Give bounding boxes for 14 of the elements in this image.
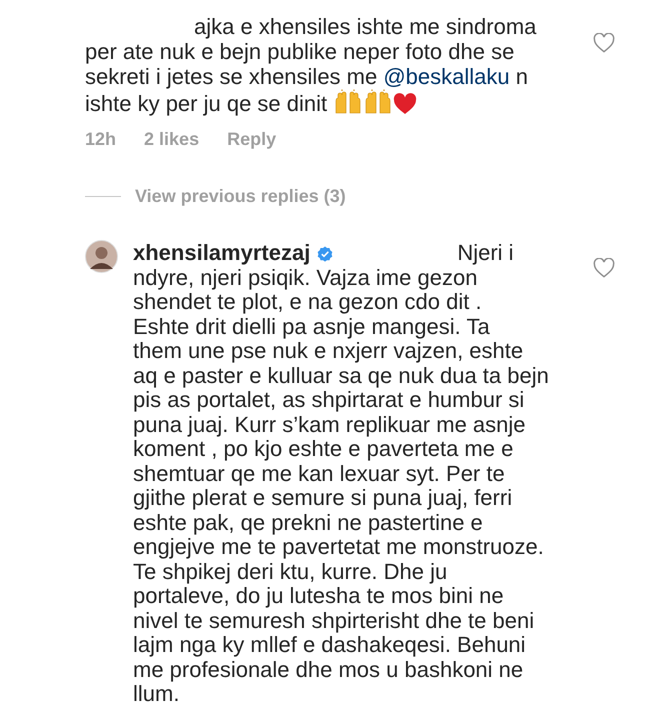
raised-hands-icon	[363, 89, 394, 115]
username-link[interactable]: xhensilamyrtezaj	[133, 240, 310, 265]
likes-button[interactable]: 2 likes	[144, 126, 200, 153]
comment-text: ajka e xhensiles ishte me sindroma per ate nuk e bejn publike neper foto dhe se sekreti i jetes se xhensiles me @beskallaku n ishte ky per ju qe se dinit	[85, 14, 538, 116]
heart-icon[interactable]	[593, 33, 615, 53]
raised-hands-icon	[333, 89, 364, 115]
comment-time: 12h	[85, 128, 116, 151]
heart-icon[interactable]	[593, 258, 615, 278]
reply-text: xhensilamyrtezaj Njeri i ndyre, njeri psiqik. Vajza ime gezon shendet te plot, e na gezon cdo dit . Eshte drit dielli pa asnje mangesi. Ta them une pse nuk e nxjerr vajzen, eshte aq e paster e kulluar sa qe nuk dua ta bejn pis as portalet, as shpirtarat e humbur si puna juaj. Kurr s’kam replikuar me asnje koment , po kjo eshte e paverteta me e shemtuar qe me kan lexuar syt. Per te gjithe plerat e semure si puna juaj, ferri eshte pak, qe prekni ne pastertine e engjejve me te pavertetat me monstruoze. Te shpikej deri ktu, kurre. Dhe ju portaleve, do ju lutesha te mos bini ne nivel te semuresh shpirterisht dhe te beni lajm nga ky mllef e dashakeqesi. Behuni me profesionale dhe mos u bashkoni ne llum.	[133, 241, 550, 706]
mention-link[interactable]: @beskallaku	[383, 64, 510, 89]
avatar[interactable]	[85, 240, 118, 273]
reply-button[interactable]: Reply	[227, 126, 276, 153]
view-replies-button[interactable]: View previous replies (3)	[135, 183, 346, 210]
heart-emoji-icon	[393, 93, 418, 115]
